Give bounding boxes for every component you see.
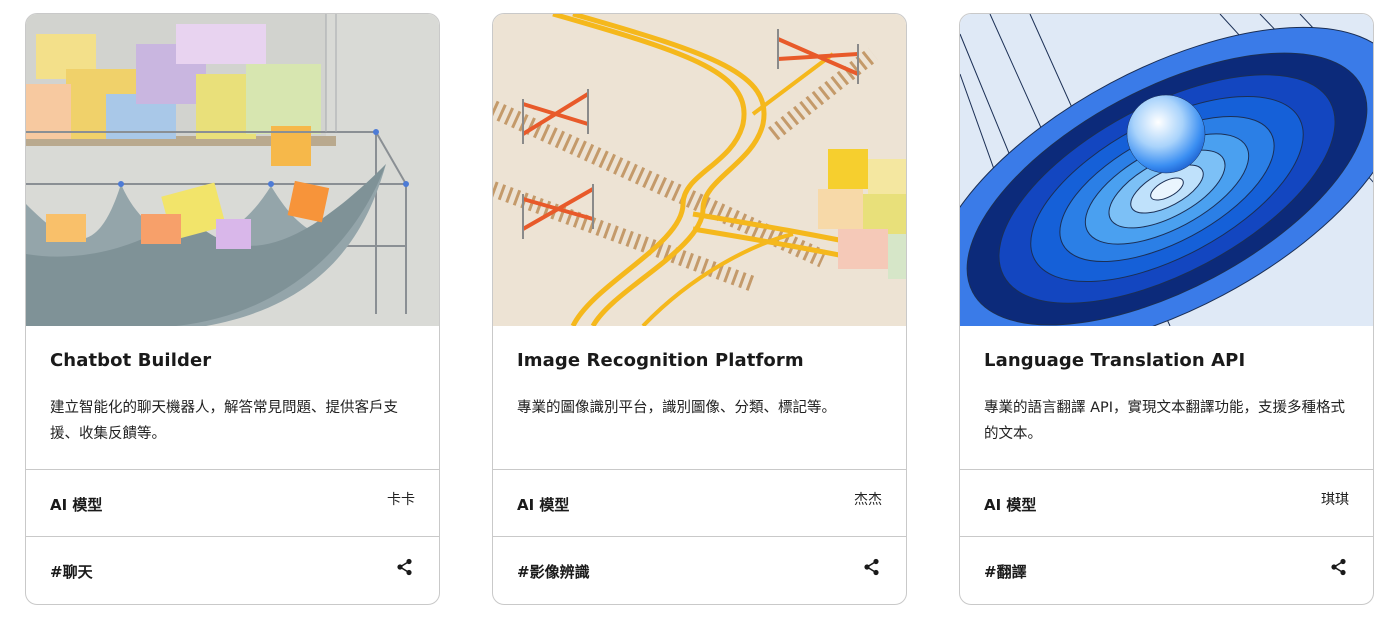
card-tag-row: #翻譯: [960, 536, 1373, 604]
card-title[interactable]: Chatbot Builder: [50, 350, 419, 371]
share-icon[interactable]: [862, 557, 882, 577]
swirl-illustration: [960, 14, 1373, 326]
railway-illustration: [493, 14, 906, 326]
card-image-recognition[interactable]: Image Recognition Platform 專業的圖像識別平台，識別圖…: [492, 13, 907, 605]
card-title[interactable]: Image Recognition Platform: [517, 350, 886, 371]
tag-label[interactable]: #聊天: [50, 561, 93, 582]
chatbot-illustration: [26, 14, 439, 326]
card-meta-row: AI 模型 杰杰: [493, 469, 906, 537]
author-name: 卡卡: [387, 492, 415, 508]
card-meta-row: AI 模型 卡卡: [26, 469, 439, 537]
card-thumbnail[interactable]: [26, 14, 439, 326]
category-label: AI 模型: [984, 496, 1037, 514]
author-name: 杰杰: [854, 492, 882, 508]
category-label: AI 模型: [50, 496, 103, 514]
share-icon[interactable]: [1329, 557, 1349, 577]
card-description: 專業的語言翻譯 API，實現文本翻譯功能，支援多種格式的文本。: [984, 400, 1346, 442]
category-label: AI 模型: [517, 496, 570, 514]
card-thumbnail[interactable]: [493, 14, 906, 326]
card-chatbot-builder[interactable]: Chatbot Builder 建立智能化的聊天機器人，解答常見問題、提供客戶支…: [25, 13, 440, 605]
author-name: 琪琪: [1321, 492, 1349, 508]
tag-label[interactable]: #翻譯: [984, 561, 1027, 582]
card-description: 專業的圖像識別平台，識別圖像、分類、標記等。: [517, 400, 836, 416]
card-title[interactable]: Language Translation API: [984, 350, 1353, 371]
card-thumbnail[interactable]: [960, 14, 1373, 326]
card-grid: Chatbot Builder 建立智能化的聊天機器人，解答常見問題、提供客戶支…: [0, 0, 1390, 617]
card-language-translation[interactable]: Language Translation API 專業的語言翻譯 API，實現文…: [959, 13, 1374, 605]
card-meta-row: AI 模型 琪琪: [960, 469, 1373, 537]
share-icon[interactable]: [395, 557, 415, 577]
tag-label[interactable]: #影像辨識: [517, 561, 590, 582]
card-tag-row: #聊天: [26, 536, 439, 604]
card-tag-row: #影像辨識: [493, 536, 906, 604]
card-description: 建立智能化的聊天機器人，解答常見問題、提供客戶支援、收集反饋等。: [50, 400, 398, 442]
